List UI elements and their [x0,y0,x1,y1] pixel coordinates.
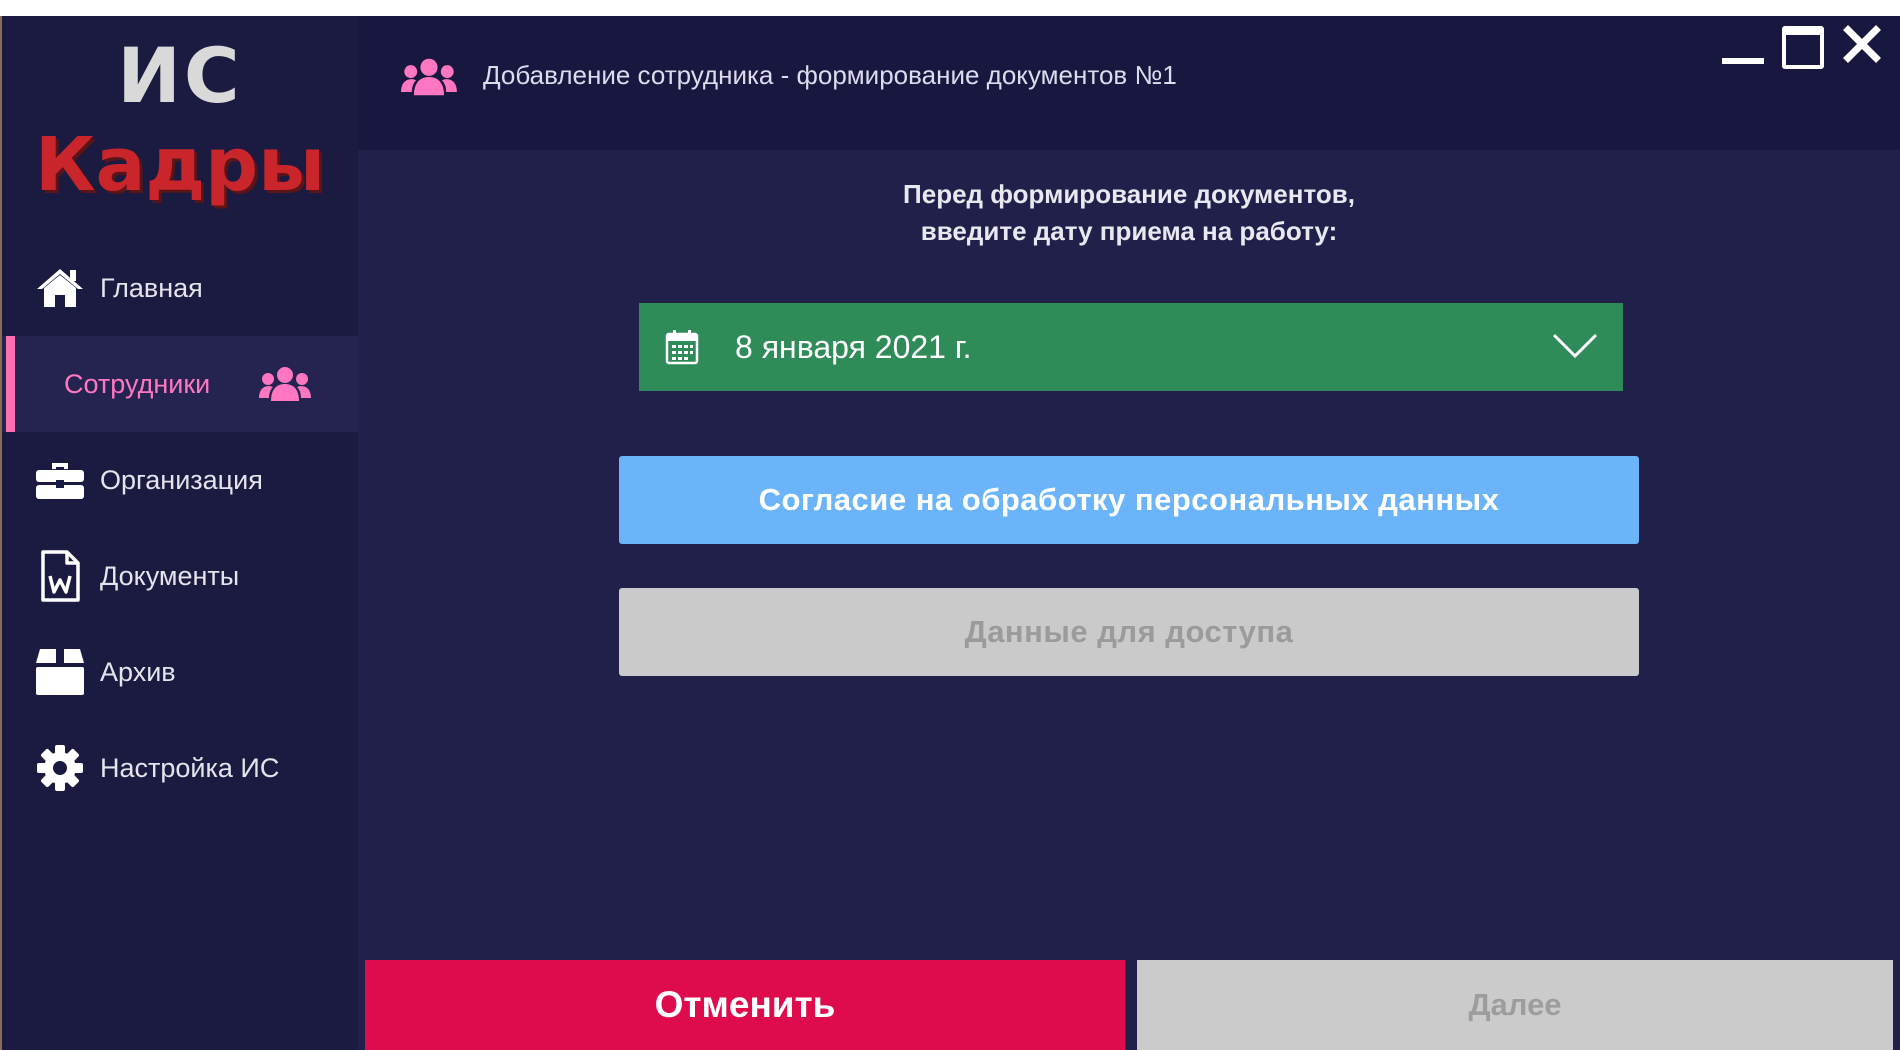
sidebar-item-label: Сотрудники [64,368,211,399]
header-bar: Добавление сотрудника - формирование док… [358,16,1900,150]
archive-box-icon [34,649,86,695]
briefcase-icon [34,457,86,503]
sidebar-item-label: Настройка ИС [100,752,280,783]
sidebar-item-home[interactable]: Главная [2,240,358,336]
active-indicator [6,336,15,432]
sidebar-item-documents[interactable]: Документы [2,528,358,624]
minimize-button[interactable] [1722,22,1766,66]
maximize-icon [1782,26,1824,69]
sidebar-item-label: Главная [100,272,203,303]
sidebar-item-archive[interactable]: Архив [2,624,358,720]
sidebar-item-settings[interactable]: Настройка ИС [2,720,358,816]
sidebar-item-organization[interactable]: Организация [2,432,358,528]
home-icon [34,265,86,311]
maximize-button[interactable] [1782,22,1826,69]
date-prompt: Перед формирование документов, введите д… [358,176,1900,250]
minimize-icon [1722,58,1764,64]
next-button[interactable]: Далее [1137,960,1893,1050]
word-document-icon [34,550,86,602]
sidebar-item-employees[interactable]: Сотрудники [2,336,358,432]
prompt-line-2: введите дату приема на работу: [920,216,1338,246]
gear-icon [34,745,86,791]
chevron-down-icon[interactable] [1551,331,1599,361]
logo-title-line2: Кадры [34,122,326,208]
consent-document-button[interactable]: Согласие на обработку персональных данны… [619,456,1639,544]
sidebar: ИС Кадры Главная Сотрудники Организация … [2,16,358,1050]
users-icon [400,56,458,98]
page-title: Добавление сотрудника - формирование док… [483,60,1177,90]
cancel-button[interactable]: Отменить [365,960,1125,1050]
sidebar-item-label: Документы [100,560,240,591]
date-value: 8 января 2021 г. [735,328,972,365]
sidebar-item-label: Архив [100,656,176,687]
close-button[interactable] [1842,22,1886,66]
calendar-icon [665,329,699,365]
close-icon [1843,25,1881,63]
window-controls [1722,22,1886,72]
sidebar-item-label: Организация [100,464,263,495]
app-window: ИС Кадры Главная Сотрудники Организация … [2,16,1900,1050]
prompt-line-1: Перед формирование документов, [903,179,1355,209]
access-data-button[interactable]: Данные для доступа [619,588,1639,676]
logo-title-line1: ИС [117,31,243,120]
users-icon [258,364,314,404]
hire-date-picker[interactable]: 8 января 2021 г. [639,303,1623,391]
